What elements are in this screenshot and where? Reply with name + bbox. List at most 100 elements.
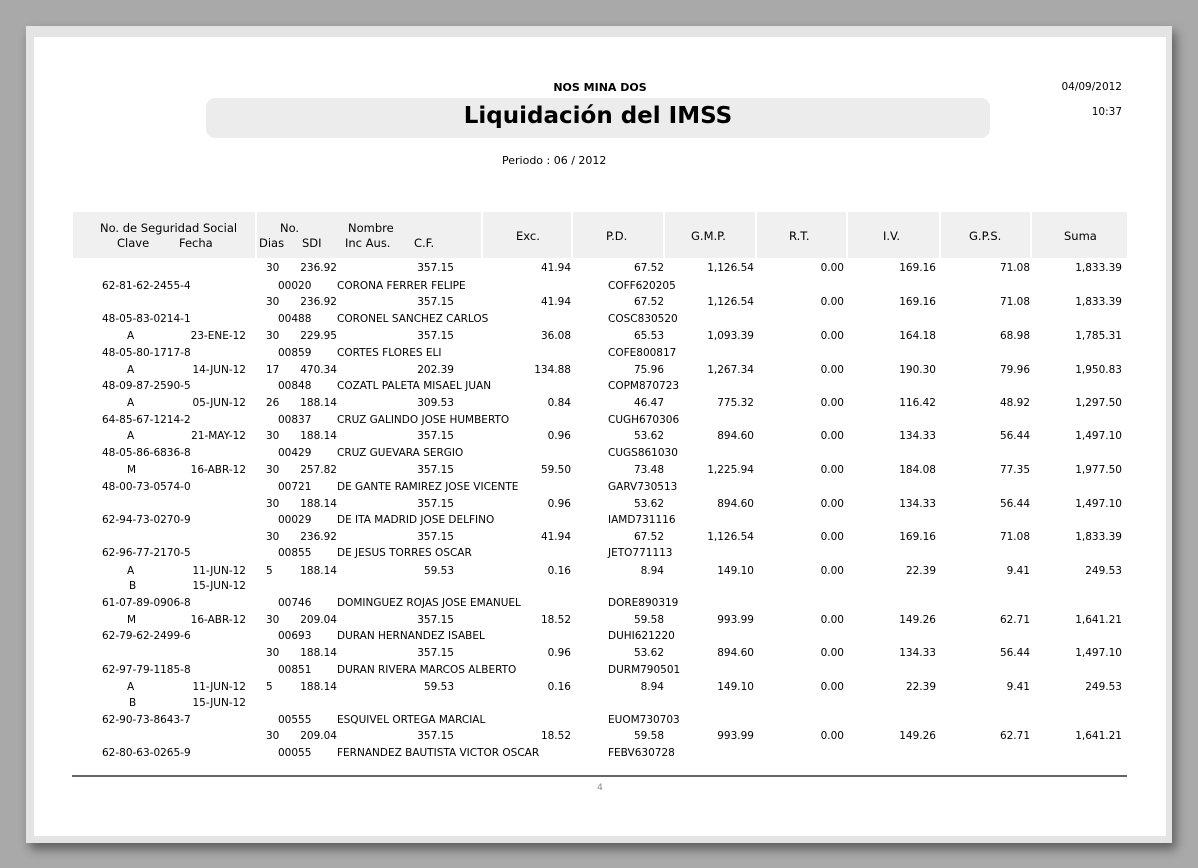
cell-rfc: CUGS861030 xyxy=(608,447,678,459)
cell-gmp: 149.10 xyxy=(717,565,754,577)
cell-gps: 9.41 xyxy=(1006,565,1030,577)
cell-iv: 149.26 xyxy=(899,730,936,742)
amount-row: A 11-JUN-12 5 188.14 59.53 0.16 8.94 149.10 0.00… xyxy=(34,564,1166,580)
header-rt: R.T. xyxy=(789,229,810,243)
cell-rt: 0.00 xyxy=(820,464,844,476)
header-no: No. xyxy=(280,221,300,235)
cell-pd: 53.62 xyxy=(633,647,664,659)
cell-rt: 0.00 xyxy=(820,397,844,409)
cell-cf: 357.15 xyxy=(417,498,454,510)
cell-rt: 0.00 xyxy=(820,364,844,376)
cell-rfc: DORE890319 xyxy=(608,597,679,609)
employee-row: 62-90-73-8643-7 00555 ESQUIVEL ORTEGA MARC… xyxy=(34,713,1166,729)
amount-row: A 11-JUN-12 5 188.14 59.53 0.16 8.94 149.10 0.00… xyxy=(34,680,1166,696)
employee-row: 62-97-79-1185-8 00851 DURAN RIVERA MARCOS … xyxy=(34,663,1166,679)
cell-fecha: 21-MAY-12 xyxy=(191,430,246,442)
header-fecha: Fecha xyxy=(179,236,213,250)
cell-nss: 62-81-62-2455-4 xyxy=(102,280,191,292)
header-cf: C.F. xyxy=(414,236,435,250)
cell-clave: A xyxy=(127,430,135,442)
cell-nss: 48-05-80-1717-8 xyxy=(102,347,191,359)
employee-row: 62-96-77-2170-5 00855 DE JESUS TORRES OSCA… xyxy=(34,546,1166,562)
cell-nss: 62-79-62-2499-6 xyxy=(102,630,191,642)
cell-iv: 134.33 xyxy=(899,430,936,442)
cell-sdi: 236.92 xyxy=(300,262,337,274)
cell-nombre: CORONA FERRER FELIPE xyxy=(337,280,466,292)
cell-pd: 8.94 xyxy=(640,565,664,577)
cell-clave: A xyxy=(127,681,135,693)
cell-cf: 309.53 xyxy=(417,397,454,409)
cell-nombre: DURAN HERNANDEZ ISABEL xyxy=(337,630,485,642)
cell-no: 00555 xyxy=(278,714,312,726)
header-iv: I.V. xyxy=(883,229,901,243)
cell-gps: 68.98 xyxy=(999,330,1030,342)
cell-nss: 61-07-89-0906-8 xyxy=(102,597,191,609)
cell-rt: 0.00 xyxy=(820,531,844,543)
cell-pd: 67.52 xyxy=(633,296,664,308)
cell-no: 00055 xyxy=(278,747,312,759)
header-suma: Suma xyxy=(1064,229,1097,243)
amount-row: A 23-ENE-12 30 229.95 357.15 36.08 65.53 1,093.… xyxy=(34,329,1166,345)
employee-row: 64-85-67-1214-2 00837 CRUZ GALINDO JOSE HU… xyxy=(34,413,1166,429)
cell-no: 00837 xyxy=(278,414,312,426)
cell-cf: 357.15 xyxy=(417,730,454,742)
cell-nss: 62-97-79-1185-8 xyxy=(102,664,191,676)
cell-iv: 190.30 xyxy=(899,364,936,376)
cell-exc: 41.94 xyxy=(540,296,571,308)
cell-no: 00693 xyxy=(278,630,312,642)
cell-suma: 1,497.10 xyxy=(1075,498,1122,510)
header-nombre: Nombre xyxy=(348,221,394,235)
cell-dias: 5 xyxy=(266,565,273,577)
table-header: No. de Seguridad Social Clave Fecha No. … xyxy=(73,212,1127,258)
cell-suma: 1,950.83 xyxy=(1075,364,1122,376)
cell-rfc: GARV730513 xyxy=(608,481,678,493)
cell-nss: 62-94-73-0270-9 xyxy=(102,514,191,526)
cell-rfc: COFF620205 xyxy=(608,280,676,292)
cell-gps: 77.35 xyxy=(999,464,1030,476)
cell-no: 00855 xyxy=(278,547,312,559)
cell-suma: 249.53 xyxy=(1085,565,1122,577)
amount-row: A 14-JUN-12 17 470.34 202.39 134.88 75.96 1,267… xyxy=(34,363,1166,379)
cell-exc: 134.88 xyxy=(534,364,571,376)
employee-row: 48-05-86-6836-8 00429 CRUZ GUEVARA SERGIO C… xyxy=(34,446,1166,462)
cell-fecha: 16-ABR-12 xyxy=(190,464,246,476)
cell-suma: 1,497.10 xyxy=(1075,647,1122,659)
title-box: Liquidación del IMSS xyxy=(206,98,990,138)
cell-pd: 53.62 xyxy=(633,430,664,442)
cell-clave: M xyxy=(127,464,137,476)
cell-suma: 1,833.39 xyxy=(1075,531,1122,543)
cell-no: 00429 xyxy=(278,447,312,459)
cell-cf: 357.15 xyxy=(417,296,454,308)
cell-exc: 0.84 xyxy=(547,397,571,409)
cell-rt: 0.00 xyxy=(820,330,844,342)
cell-suma: 1,641.21 xyxy=(1075,730,1122,742)
cell-nss: 64-85-67-1214-2 xyxy=(102,414,191,426)
cell-iv: 134.33 xyxy=(899,498,936,510)
cell-suma: 1,785.31 xyxy=(1075,330,1122,342)
cell-fecha: 05-JUN-12 xyxy=(192,397,246,409)
cell-rt: 0.00 xyxy=(820,296,844,308)
report-page: NOS MINA DOS 04/09/2012 10:37 Liquidació… xyxy=(34,37,1166,836)
cell-nombre: CORTES FLORES ELI xyxy=(337,347,442,359)
cell-exc: 0.96 xyxy=(547,647,571,659)
employee-row: 62-81-62-2455-4 00020 CORONA FERRER FELIPE… xyxy=(34,279,1166,295)
cell-rt: 0.00 xyxy=(820,730,844,742)
cell-gps: 48.92 xyxy=(999,397,1030,409)
cell-nombre: CRUZ GALINDO JOSE HUMBERTO xyxy=(337,414,510,426)
cell-sdi: 257.82 xyxy=(300,464,337,476)
cell-rt: 0.00 xyxy=(820,614,844,626)
amount-row: M 16-ABR-12 30 257.82 357.15 59.50 73.48 1,225.… xyxy=(34,463,1166,479)
amount-row: 30 236.92 357.15 41.94 67.52 1,126.54 0.00 169.… xyxy=(34,261,1166,277)
header-inc-aus: Inc Aus. xyxy=(345,236,391,250)
cell-gmp: 1,126.54 xyxy=(707,262,754,274)
header-pd: P.D. xyxy=(606,229,628,243)
cell-gps: 62.71 xyxy=(999,730,1030,742)
amount-row: 30 236.92 357.15 41.94 67.52 1,126.54 0.00 169.… xyxy=(34,295,1166,311)
cell-gps: 56.44 xyxy=(999,430,1030,442)
cell-fecha: 23-ENE-12 xyxy=(190,330,246,342)
cell-iv: 134.33 xyxy=(899,647,936,659)
cell-clave: A xyxy=(127,330,135,342)
cell-iv: 184.08 xyxy=(899,464,936,476)
cell-sdi: 236.92 xyxy=(300,531,337,543)
cell-rfc: FEBV630728 xyxy=(608,747,675,759)
